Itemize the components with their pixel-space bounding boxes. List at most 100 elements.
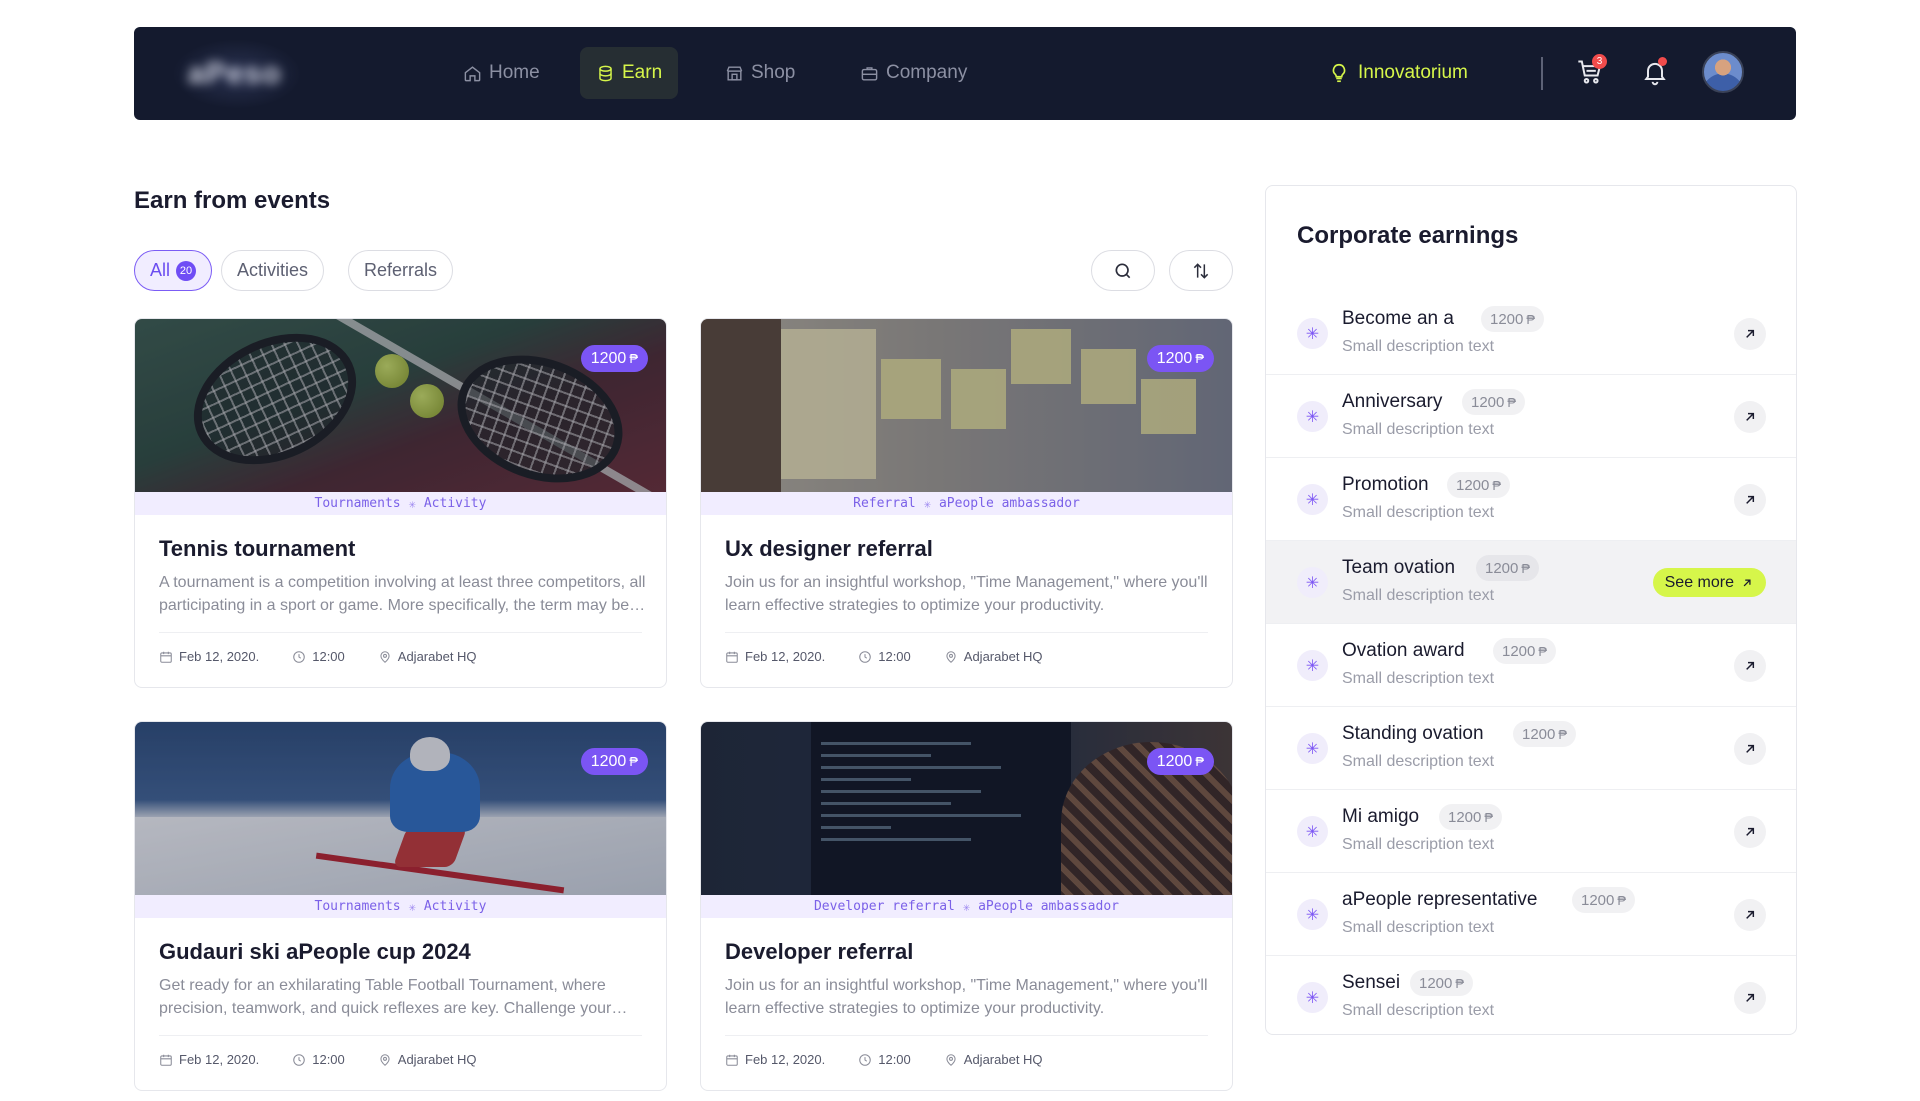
- sort-button[interactable]: [1169, 250, 1233, 291]
- earning-description: Small description text: [1342, 338, 1495, 355]
- calendar-icon: [726, 1054, 738, 1066]
- event-image: 1200 ₱: [135, 722, 666, 895]
- filter-chip-all[interactable]: All 20: [134, 250, 213, 291]
- card-description: Join us for an insightful workshop, "Tim…: [725, 574, 1208, 614]
- open-button[interactable]: [1734, 650, 1766, 682]
- sparkle-icon: ✳: [1297, 733, 1328, 764]
- earning-row[interactable]: ✳ Anniversary 1200 ₱ Small description te…: [1266, 375, 1796, 458]
- clock-icon: [293, 1053, 306, 1066]
- star-icon: ✳: [408, 899, 416, 914]
- card-meta: Feb 12, 2020. 12:00 Adjarabet HQ: [159, 1052, 510, 1067]
- store-icon: [726, 65, 743, 81]
- earning-row-highlighted[interactable]: ✳ Team ovation 1200 ₱ Small description t…: [1266, 541, 1796, 624]
- nav-item-earn[interactable]: Earn: [580, 47, 679, 99]
- open-button[interactable]: [1734, 816, 1766, 848]
- location-pin-icon: [380, 1053, 390, 1066]
- clock-icon: [293, 650, 306, 663]
- nav-item-company[interactable]: Company: [844, 47, 983, 99]
- earning-row[interactable]: ✳ Promotion 1200 ₱ Small description text: [1266, 458, 1796, 541]
- earning-description: Small description text: [1342, 836, 1495, 853]
- notifications-button[interactable]: [1637, 54, 1673, 90]
- coin-icon: ₱: [1195, 754, 1204, 769]
- coin-icon: ₱: [629, 754, 638, 769]
- calendar-icon: [160, 651, 172, 663]
- nav-divider: [1541, 57, 1543, 90]
- cart-badge: 3: [1592, 54, 1607, 69]
- page-title: Earn from events: [134, 187, 331, 214]
- filter-chip-label: Activities: [237, 260, 309, 280]
- nav-item-label: Shop: [751, 62, 796, 83]
- earning-price: 1200 ₱: [1572, 887, 1636, 913]
- divider: [159, 1035, 642, 1036]
- logo[interactable]: aPeso: [188, 57, 281, 91]
- sparkle-icon: ✳: [1297, 401, 1328, 432]
- tag-bar: Tournaments ✳ Activity: [135, 895, 666, 918]
- earning-row[interactable]: ✳ Become an a 1200 ₱ Small description te…: [1266, 292, 1796, 375]
- earning-row[interactable]: ✳ aPeople representative 1200 ₱ Small des…: [1266, 873, 1796, 956]
- arrow-up-right-icon: [1746, 329, 1755, 338]
- home-icon: [464, 65, 481, 81]
- search-button[interactable]: [1091, 250, 1155, 291]
- nav-item-label: Home: [489, 62, 540, 83]
- card-title: Tennis tournament: [159, 536, 356, 561]
- corporate-earnings-panel: Corporate earnings ✳ Become an a 1200 ₱ S…: [1265, 185, 1797, 1035]
- briefcase-icon: [861, 66, 878, 81]
- sparkle-icon: ✳: [1297, 816, 1328, 847]
- clock-icon: [859, 650, 872, 663]
- open-button[interactable]: [1734, 401, 1766, 433]
- open-button[interactable]: [1734, 484, 1766, 516]
- coin-icon: ₱: [1455, 975, 1465, 991]
- earning-row[interactable]: ✳ Ovation award 1200 ₱ Small description …: [1266, 624, 1796, 707]
- innovatorium-link[interactable]: Innovatorium: [1328, 47, 1468, 99]
- event-card[interactable]: 1200 ₱ Tournaments ✳ Activity Tennis tourna…: [134, 318, 667, 688]
- sparkle-icon: ✳: [1297, 650, 1328, 681]
- sparkle-icon: ✳: [1297, 567, 1328, 598]
- open-button[interactable]: [1734, 318, 1766, 350]
- earning-title: Ovation award: [1342, 640, 1465, 661]
- sort-icon: [1193, 262, 1209, 279]
- divider: [159, 632, 642, 633]
- arrow-up-right-icon: [1746, 744, 1755, 753]
- nav-item-home[interactable]: Home: [447, 47, 556, 99]
- arrow-up-right-icon: [1746, 412, 1755, 421]
- cart-button[interactable]: 3: [1572, 54, 1608, 90]
- event-card[interactable]: 1200 ₱ Tournaments ✳ Activity Gudauri ski a…: [134, 721, 667, 1091]
- card-meta: Feb 12, 2020. 12:00 Adjarabet HQ: [725, 1052, 1076, 1067]
- event-card[interactable]: 1200 ₱ Developer referral ✳ aPeople ambassa…: [700, 721, 1233, 1091]
- earning-description: Small description text: [1342, 919, 1495, 936]
- coin-icon: ₱: [1558, 726, 1568, 742]
- location-pin-icon: [946, 650, 956, 663]
- coin-icon: ₱: [1195, 351, 1204, 366]
- earning-row[interactable]: ✳ Mi amigo 1200 ₱ Small description text: [1266, 790, 1796, 873]
- earning-row[interactable]: ✳ Standing ovation 1200 ₱ Small descripti…: [1266, 707, 1796, 790]
- divider: [725, 632, 1208, 633]
- earning-price: 1200 ₱: [1493, 638, 1557, 664]
- filter-chip-referrals[interactable]: Referrals: [348, 250, 454, 291]
- location-pin-icon: [380, 650, 390, 663]
- open-button[interactable]: [1734, 899, 1766, 931]
- card-title: Ux designer referral: [725, 536, 933, 561]
- arrow-up-right-icon: [1746, 993, 1755, 1002]
- earning-row[interactable]: ✳ Sensei 1200 ₱ Small description text: [1266, 956, 1796, 1034]
- nav-item-shop[interactable]: Shop: [709, 47, 811, 99]
- open-button[interactable]: [1734, 982, 1766, 1014]
- calendar-icon: [726, 651, 738, 663]
- coin-icon: ₱: [1492, 477, 1502, 493]
- earning-title: Anniversary: [1342, 391, 1443, 412]
- earning-price: 1200 ₱: [1410, 970, 1474, 996]
- avatar[interactable]: [1702, 51, 1744, 93]
- earning-title: Become an a: [1342, 308, 1454, 329]
- arrow-up-right-icon: [1746, 495, 1755, 504]
- sparkle-icon: ✳: [1297, 318, 1328, 349]
- arrow-up-right-icon: [1746, 661, 1755, 670]
- event-card[interactable]: 1200 ₱ Referral ✳ aPeople ambassador Ux des…: [700, 318, 1233, 688]
- coin-icon: ₱: [1526, 311, 1536, 327]
- see-more-button[interactable]: See more: [1652, 568, 1766, 597]
- filter-chip-activities[interactable]: Activities: [221, 250, 325, 291]
- arrow-up-right-icon: [1746, 910, 1755, 919]
- card-description: A tournament is a competition involving …: [159, 574, 646, 614]
- open-button[interactable]: [1734, 733, 1766, 765]
- earning-title: Standing ovation: [1342, 723, 1484, 744]
- earning-price: 1200 ₱: [1513, 721, 1577, 747]
- nav-item-label: Earn: [622, 62, 663, 83]
